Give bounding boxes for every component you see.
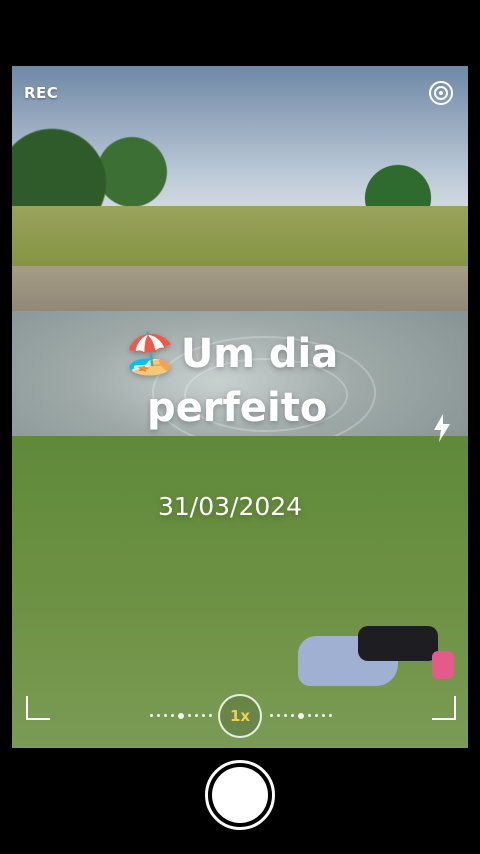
camera-lens-icon[interactable] bbox=[428, 80, 454, 106]
title-line-1: 🏖️ Um dia bbox=[125, 330, 385, 378]
title-line-2: perfeito bbox=[147, 385, 328, 431]
zoom-dots-left bbox=[150, 713, 212, 719]
zoom-controls: 1x bbox=[150, 692, 332, 740]
frame-corner-left bbox=[26, 696, 50, 720]
shutter-button[interactable] bbox=[205, 760, 275, 830]
title-text-1: Um dia bbox=[180, 331, 339, 377]
clothes-pile bbox=[298, 626, 454, 696]
black-clothes bbox=[358, 626, 438, 661]
beach-emoji: 🏖️ bbox=[125, 331, 175, 377]
zoom-dots-right bbox=[270, 713, 332, 719]
zoom-label: 1x bbox=[229, 707, 251, 725]
frame-corner-right bbox=[432, 696, 456, 720]
overlay-date: 31/03/2024 bbox=[158, 492, 303, 521]
camera-screen: REC 🏖️ Um dia perfeito 31/03/2024 1x bbox=[0, 0, 480, 854]
overlay-title: 🏖️ Um dia perfeito bbox=[125, 330, 385, 432]
flash-icon[interactable] bbox=[432, 413, 452, 443]
pink-item bbox=[432, 651, 454, 679]
rec-indicator: REC bbox=[24, 84, 59, 102]
trees-left bbox=[12, 106, 212, 216]
zoom-button[interactable]: 1x bbox=[218, 694, 262, 738]
shutter-inner bbox=[212, 767, 268, 823]
